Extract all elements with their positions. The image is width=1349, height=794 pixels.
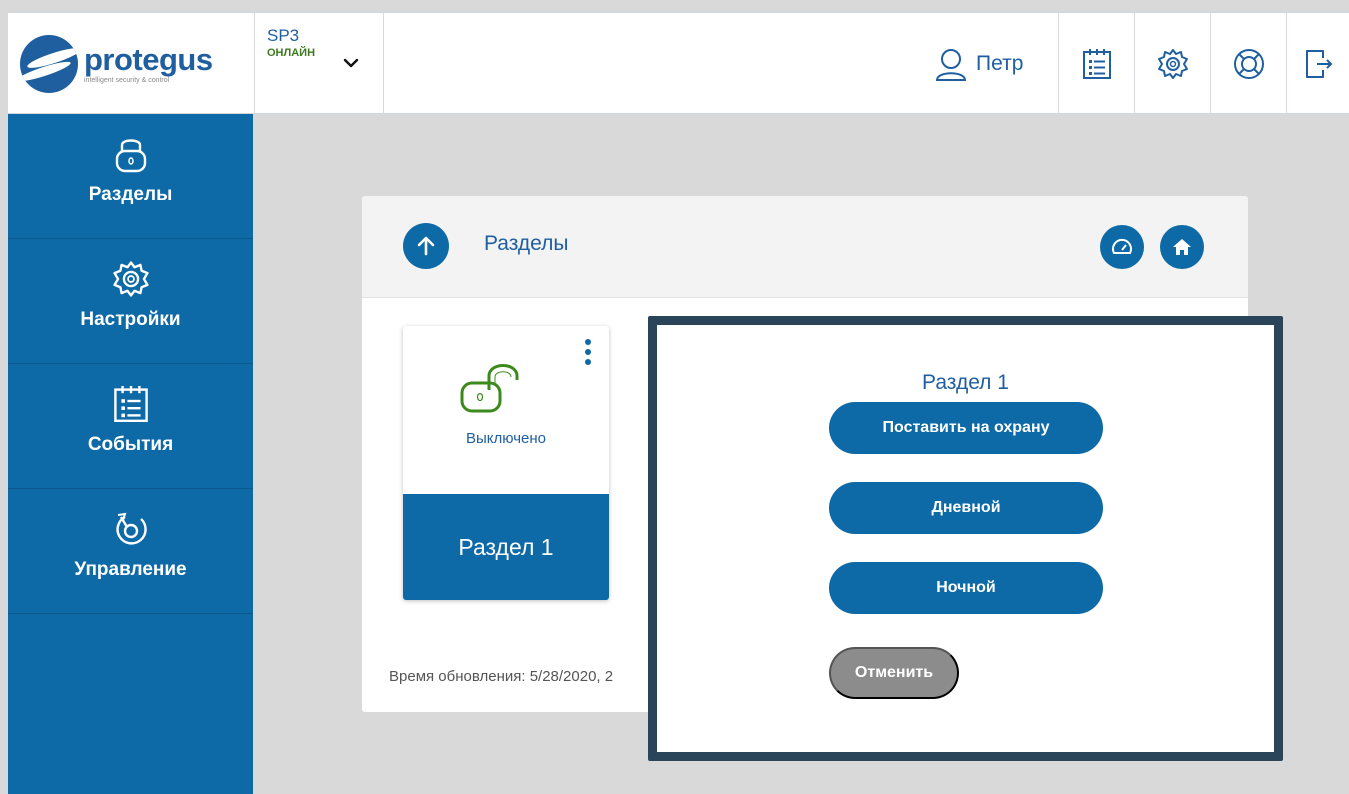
cancel-button[interactable]: Отменить xyxy=(829,647,959,699)
day-mode-button[interactable]: Дневной xyxy=(829,482,1103,534)
device-name: SP3 xyxy=(267,26,300,45)
sidebar-item-control[interactable]: Управление xyxy=(8,489,253,614)
settings-gear-icon xyxy=(1157,49,1188,79)
page-title: Разделы xyxy=(484,232,569,255)
user-icon xyxy=(935,49,967,81)
device-selector[interactable]: SP3 ОНЛАЙН xyxy=(254,13,384,115)
events-button[interactable] xyxy=(1058,13,1134,115)
arrow-up-icon xyxy=(417,236,435,256)
user-menu[interactable]: Петр xyxy=(934,13,1023,115)
panel-header: Разделы xyxy=(362,196,1248,298)
logo-name: protegus xyxy=(84,42,213,77)
more-vertical-icon[interactable] xyxy=(583,338,593,368)
sidebar-item-events[interactable]: События xyxy=(8,364,253,489)
partition-status: Выключено xyxy=(466,430,546,447)
home-button[interactable] xyxy=(1160,225,1204,269)
logout-icon xyxy=(1306,50,1333,78)
sidebar-item-label: Управление xyxy=(74,559,187,580)
logout-button[interactable] xyxy=(1286,13,1349,115)
partition-action-dialog: Раздел 1 Поставить на охрану Дневной Ноч… xyxy=(648,316,1283,761)
logo-tagline: intelligent security & control xyxy=(84,77,170,84)
sidebar-item-label: Разделы xyxy=(88,184,173,205)
sidebar-item-label: События xyxy=(87,434,174,455)
protegus-logo[interactable]: protegus intelligent security & control xyxy=(8,13,254,115)
dashboard-button[interactable] xyxy=(1100,225,1144,269)
padlock-icon xyxy=(115,139,146,173)
dialog-title: Раздел 1 xyxy=(922,371,1009,394)
arm-button[interactable]: Поставить на охрану xyxy=(829,402,1103,454)
sidebar-item-settings[interactable]: Настройки xyxy=(8,239,253,364)
calendar-list-icon xyxy=(1082,49,1111,79)
chevron-down-icon[interactable] xyxy=(341,53,361,73)
night-mode-button[interactable]: Ночной xyxy=(829,562,1103,614)
top-header: protegus intelligent security & control … xyxy=(8,12,1349,115)
sidebar-item-label: Настройки xyxy=(80,309,181,330)
device-status: ОНЛАЙН xyxy=(267,47,316,59)
settings-button[interactable] xyxy=(1134,13,1210,115)
sidebar-item-partitions[interactable]: Разделы xyxy=(8,114,253,239)
partition-name-bar: Раздел 1 xyxy=(403,494,609,600)
back-up-button[interactable] xyxy=(403,223,449,269)
help-lifebuoy-icon xyxy=(1233,49,1264,79)
sidebar: Разделы Настройки События Управление xyxy=(8,114,253,794)
unlocked-padlock-icon xyxy=(460,364,519,413)
calendar-list-icon xyxy=(113,386,148,422)
user-name: Петр xyxy=(976,52,1024,75)
update-time: Время обновления: 5/28/2020, 2 xyxy=(389,668,614,685)
protegus-logo-icon xyxy=(20,35,78,93)
gear-icon xyxy=(112,261,149,297)
gauge-icon xyxy=(1112,238,1132,254)
home-icon xyxy=(1173,239,1191,255)
partition-name: Раздел 1 xyxy=(458,533,554,560)
partition-card[interactable]: Выключено Раздел 1 xyxy=(403,326,609,600)
control-dial-icon xyxy=(115,512,147,545)
help-button[interactable] xyxy=(1210,13,1286,115)
